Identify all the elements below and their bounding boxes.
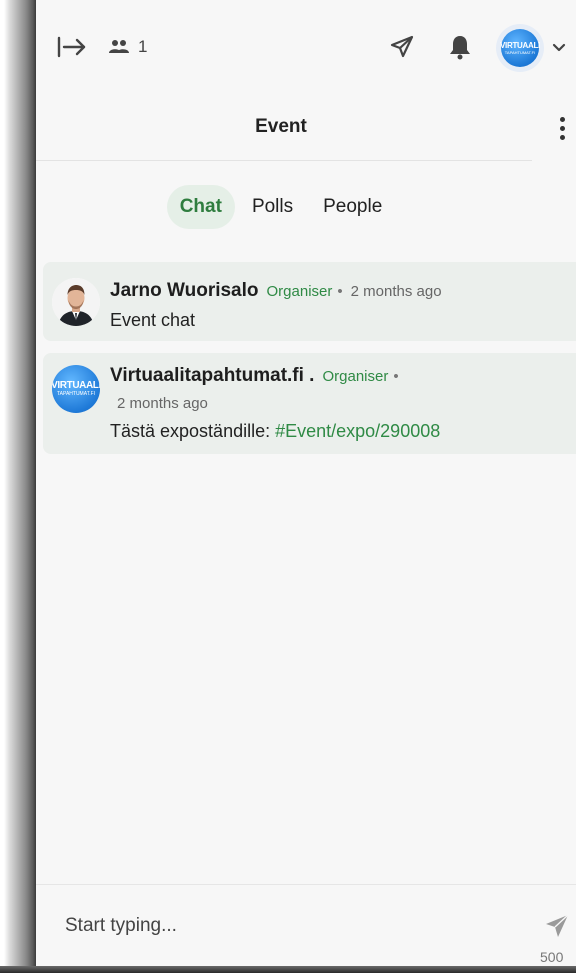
message-text: Tästä expoständille: #Event/expo/290008 [110,421,440,442]
kebab-dot [559,116,565,122]
message-header: Virtuaalitapahtumat.fi . Organiser • [110,365,399,387]
message-text: Event chat [110,310,196,330]
avatar-text-line2: TAPAHTUMAT.FI [504,49,536,55]
tab-polls[interactable]: Polls [239,185,306,229]
role-badge: Organiser [266,283,333,300]
participant-count[interactable]: 1 [108,33,147,61]
bell-icon [450,36,470,60]
chevron-down-icon [552,43,566,52]
message-text-prefix: Tästä expoständille: [110,421,276,441]
avatar: VIRTUAALI TAPAHTUMAT.FI [500,29,540,67]
tab-chat[interactable]: Chat [166,185,235,229]
top-bar: 1 VIRTUAALI TAPAHTUMAT.FI [36,0,576,92]
kebab-dot [559,125,565,131]
message-author[interactable]: Jarno Wuorisalo [110,280,259,302]
page-title: Event [255,116,307,137]
send-icon [546,914,569,937]
message-link[interactable]: #Event/expo/290008 [275,421,440,441]
header-divider [36,160,532,161]
more-options-button[interactable] [552,114,572,142]
user-photo-icon [52,278,100,326]
avatar-text-line2: TAPAHTUMAT.FI [56,391,96,397]
user-avatar-button[interactable]: VIRTUAALI TAPAHTUMAT.FI [496,24,544,72]
avatar[interactable]: VIRTUAALI TAPAHTUMAT.FI [52,365,100,413]
character-limit: 500 [540,949,564,965]
chat-message: Jarno Wuorisalo Organiser • 2 months ago… [43,262,576,341]
message-author[interactable]: Virtuaalitapahtumat.fi . [110,365,314,387]
chat-message: VIRTUAALI TAPAHTUMAT.FI Virtuaalitapahtu… [43,353,576,454]
direct-messages-button[interactable] [384,30,420,64]
send-message-button[interactable] [540,909,574,943]
account-menu-toggle[interactable] [548,36,570,60]
message-header: Jarno Wuorisalo Organiser • 2 months ago [110,280,442,302]
composer: 500 [36,884,576,966]
collapse-panel-button[interactable] [54,32,90,62]
people-icon [109,40,129,53]
collapse-panel-icon [57,36,86,58]
participant-count-value: 1 [138,37,148,56]
window-shadow-left [0,0,36,973]
separator-dot: • [337,283,343,300]
chat-panel: 1 VIRTUAALI TAPAHTUMAT.FI Event Chat Pol… [36,0,576,966]
avatar[interactable] [52,278,100,326]
tab-bar: Chat Polls People [36,184,526,230]
avatar-text-line1: VIRTUAALI [52,380,100,391]
event-header: Event [36,100,576,156]
separator-dot: • [393,368,399,385]
role-badge: Organiser [322,368,389,385]
avatar-text-line1: VIRTUAALI [500,40,540,50]
message-timestamp: 2 months ago [117,395,208,412]
message-input[interactable] [36,885,526,966]
notifications-button[interactable] [442,30,478,64]
message-timestamp: 2 months ago [350,283,442,300]
tab-people[interactable]: People [310,185,395,229]
send-icon [390,35,414,58]
window-shadow-bottom [0,966,576,973]
kebab-dot [559,134,565,140]
